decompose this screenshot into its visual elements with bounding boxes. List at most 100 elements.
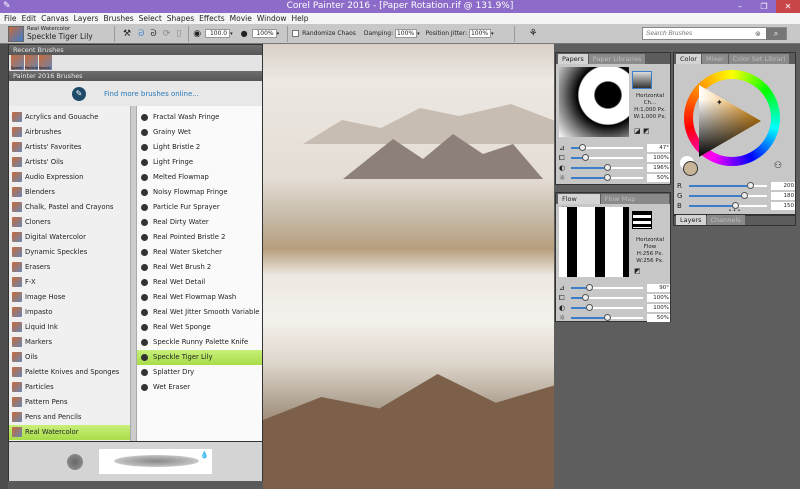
tab-flow-maps[interactable]: Flow Maps: [558, 194, 600, 213]
variant-item[interactable]: Light Fringe: [137, 155, 262, 170]
damping-field[interactable]: 100%: [395, 29, 418, 38]
slider-handle[interactable]: [747, 182, 755, 189]
slider-handle[interactable]: [582, 294, 590, 301]
clone-icon[interactable]: ⟳: [163, 29, 171, 39]
variant-item[interactable]: Particle Fur Sprayer: [137, 200, 262, 215]
category-item[interactable]: Dynamic Speckles: [9, 245, 130, 260]
slider-value[interactable]: 100%: [646, 304, 670, 312]
slider-track[interactable]: [570, 284, 643, 291]
search-icon[interactable]: ⌕: [766, 27, 786, 40]
menu-file[interactable]: File: [4, 14, 17, 23]
slider-track[interactable]: [688, 202, 768, 209]
clear-search-icon[interactable]: ⊗: [755, 30, 761, 38]
slider-value[interactable]: 196%: [646, 164, 670, 172]
slider-track[interactable]: [570, 294, 643, 301]
variant-item[interactable]: Melted Flowmap: [137, 170, 262, 185]
variant-item[interactable]: Light Bristle 2: [137, 140, 262, 155]
close-button[interactable]: ✕: [776, 0, 800, 13]
recent-brush[interactable]: Particle...: [25, 55, 38, 70]
category-item[interactable]: Real Watercolor: [9, 425, 130, 440]
category-item[interactable]: Artists' Oils: [9, 155, 130, 170]
menu-edit[interactable]: Edit: [22, 14, 37, 23]
category-item[interactable]: Pens and Pencils: [9, 410, 130, 425]
category-item[interactable]: Particles: [9, 380, 130, 395]
slider-handle[interactable]: [603, 174, 611, 181]
slider-value[interactable]: 100%: [646, 154, 670, 162]
brush-tracking-icon[interactable]: ⚘: [529, 28, 538, 39]
menu-canvas[interactable]: Canvas: [41, 14, 69, 23]
tab-color[interactable]: Color: [676, 54, 701, 64]
variant-item[interactable]: Real Pointed Bristle 2: [137, 230, 262, 245]
menu-select[interactable]: Select: [139, 14, 162, 23]
paper-capture-icon[interactable]: ◪: [634, 127, 641, 135]
tab-flow-map-libraries[interactable]: Flow Map Libraries: [600, 194, 669, 213]
slider-track[interactable]: [688, 192, 768, 199]
tab-papers[interactable]: Papers: [558, 54, 588, 64]
category-item[interactable]: Markers: [9, 335, 130, 350]
menu-effects[interactable]: Effects: [199, 14, 225, 23]
variant-item[interactable]: Real Wet Sponge: [137, 320, 262, 335]
category-item[interactable]: Digital Watercolor: [9, 230, 130, 245]
find-more-brushes-link[interactable]: Find more brushes online...: [104, 90, 199, 98]
slider-handle[interactable]: [582, 154, 590, 161]
recent-brush[interactable]: Speckl...: [39, 55, 52, 70]
menu-brushes[interactable]: Brushes: [103, 14, 133, 23]
slider-handle[interactable]: [585, 284, 593, 291]
slider-track[interactable]: [570, 164, 643, 171]
hue-ring[interactable]: ✦: [684, 70, 780, 166]
slider-value[interactable]: 50%: [646, 314, 670, 322]
category-item[interactable]: Impasto: [9, 305, 130, 320]
slider-handle[interactable]: [603, 164, 611, 171]
category-item[interactable]: Airbrushes: [9, 125, 130, 140]
category-item[interactable]: Pattern Pens: [9, 395, 130, 410]
brush-tool-icon[interactable]: ⚒: [123, 29, 131, 39]
slider-track[interactable]: [570, 154, 643, 161]
category-item[interactable]: F-X: [9, 275, 130, 290]
variant-item[interactable]: Real Water Sketcher: [137, 245, 262, 260]
category-item[interactable]: Liquid Ink: [9, 320, 130, 335]
stroke-alt-icon[interactable]: ᘐ: [150, 29, 156, 39]
stroke-icon[interactable]: ᘐ: [138, 29, 144, 39]
flow-map-thumbnail[interactable]: [632, 211, 652, 229]
tab-color-set-librari[interactable]: Color Set Librari: [728, 54, 790, 64]
category-item[interactable]: Cloners: [9, 215, 130, 230]
recent-brush[interactable]: Speckl...: [11, 55, 24, 70]
menu-help[interactable]: Help: [291, 14, 308, 23]
position-jitter-field[interactable]: 100%: [469, 29, 492, 38]
minimize-button[interactable]: –: [728, 0, 752, 13]
variant-item[interactable]: Noisy Flowmap Fringe: [137, 185, 262, 200]
variant-item[interactable]: Wet Eraser: [137, 380, 262, 395]
slider-value[interactable]: 200: [771, 182, 795, 190]
category-item[interactable]: Blenders: [9, 185, 130, 200]
flow-map-invert-icon[interactable]: ◩: [634, 267, 641, 275]
variant-item[interactable]: Real Wet Brush 2: [137, 260, 262, 275]
variant-item[interactable]: Fractal Wash Fringe: [137, 110, 262, 125]
slider-handle[interactable]: [585, 304, 593, 311]
variant-item[interactable]: Real Wet Detail: [137, 275, 262, 290]
tab-layers[interactable]: Layers: [676, 215, 706, 225]
tab-channels[interactable]: Channels: [706, 215, 745, 225]
category-item[interactable]: Acrylics and Gouache: [9, 110, 130, 125]
slider-handle[interactable]: [740, 192, 748, 199]
menu-movie[interactable]: Movie: [230, 14, 252, 23]
paper-thumbnail[interactable]: [632, 71, 652, 89]
opacity-field[interactable]: 100%: [251, 29, 277, 38]
category-item[interactable]: Chalk, Pastel and Crayons: [9, 200, 130, 215]
variant-item[interactable]: Speckle Runny Palette Knife: [137, 335, 262, 350]
category-item[interactable]: Audio Expression: [9, 170, 130, 185]
paper-invert-icon[interactable]: ◩: [643, 127, 650, 135]
category-item[interactable]: Palette Knives and Sponges: [9, 365, 130, 380]
variant-item[interactable]: Real Wet Jitter Smooth Variable: [137, 305, 262, 320]
slider-value[interactable]: 50%: [646, 174, 670, 182]
brush-selector[interactable]: Real Watercolor Speckle Tiger Lily: [0, 24, 110, 44]
main-color-swatch[interactable]: [683, 161, 698, 176]
category-item[interactable]: Image Hose: [9, 290, 130, 305]
color-picker-crosshair[interactable]: ✦: [716, 98, 723, 107]
slider-track[interactable]: [570, 314, 643, 321]
more-options-icon[interactable]: • • •: [674, 208, 795, 214]
slider-value[interactable]: 180: [771, 192, 795, 200]
search-brushes-input[interactable]: [643, 30, 755, 37]
canvas[interactable]: [263, 44, 554, 489]
menu-layers[interactable]: Layers: [74, 14, 99, 23]
slider-value[interactable]: 100%: [646, 294, 670, 302]
